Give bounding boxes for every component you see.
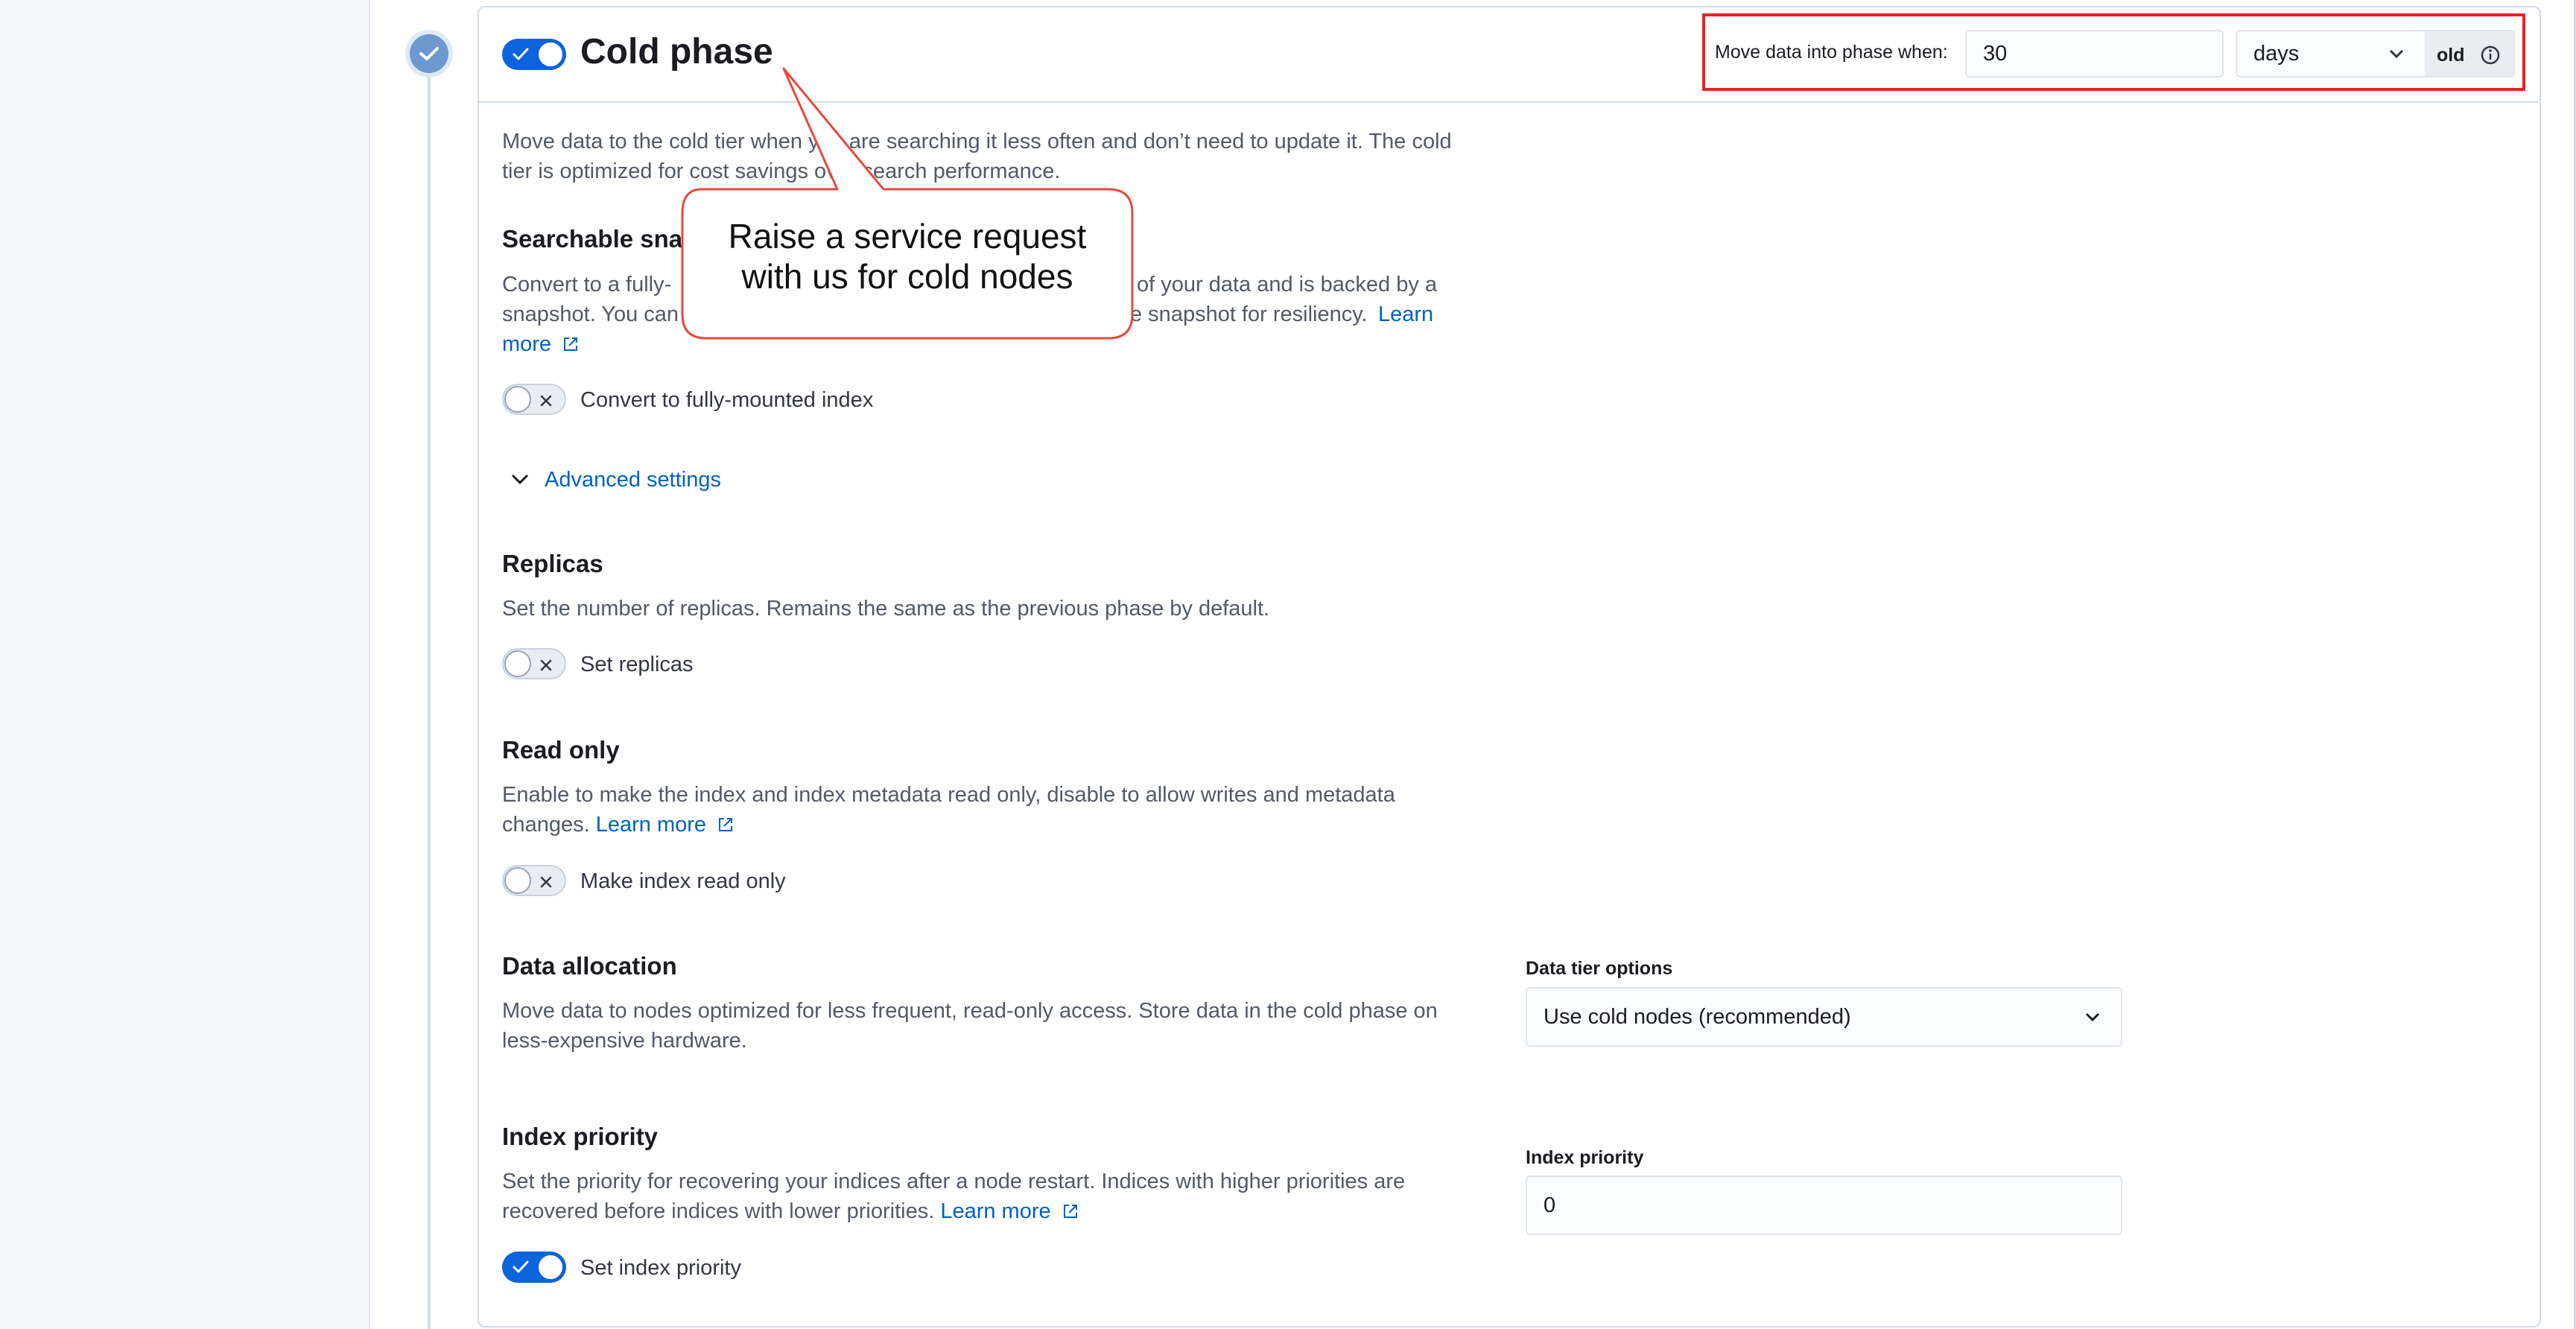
page: Cold phase Move data into phase when: 30… <box>0 0 2576 1329</box>
callout-line-2: with us for cold nodes <box>741 257 1073 296</box>
speech-bubble-callout <box>681 67 1134 340</box>
callout-line-1: Raise a service request <box>728 217 1087 256</box>
callout-text: Raise a service request with us for cold… <box>682 216 1132 296</box>
